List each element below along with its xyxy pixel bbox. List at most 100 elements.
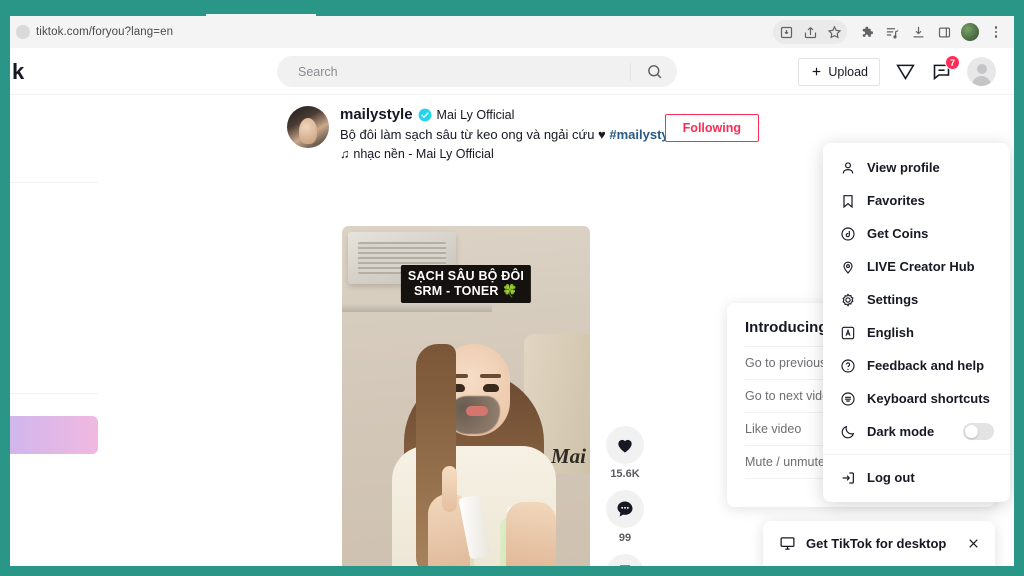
music-label: nhạc nền - Mai Ly Official bbox=[353, 147, 493, 161]
live-pin-icon bbox=[839, 258, 856, 275]
like-action[interactable]: 15.6K bbox=[606, 426, 644, 480]
menu-item-dark-mode[interactable]: Dark mode bbox=[823, 415, 1010, 448]
search-bar[interactable] bbox=[277, 56, 677, 87]
upload-label: Upload bbox=[828, 65, 868, 79]
sidebar-account-2[interactable]: halinhbi Linh Bi bbox=[10, 337, 106, 381]
post-username[interactable]: mailystyle bbox=[340, 106, 413, 123]
menu-item-label: Log out bbox=[867, 470, 994, 485]
dark-mode-toggle[interactable] bbox=[963, 423, 994, 440]
omnibox-actions-pill bbox=[773, 20, 847, 44]
profile-avatar[interactable] bbox=[967, 57, 996, 86]
tiktok-page: g New ts use le cial bbox=[10, 48, 1014, 566]
browser-menu-kebab-icon[interactable] bbox=[984, 20, 1008, 44]
left-sidebar: g New ts use le cial bbox=[10, 95, 106, 566]
shortcut-label: Like video bbox=[745, 422, 801, 436]
following-button[interactable]: Following bbox=[665, 114, 759, 142]
moon-icon bbox=[839, 423, 856, 440]
site-info-icon[interactable] bbox=[16, 25, 30, 39]
extensions-icon[interactable] bbox=[854, 20, 878, 44]
sidebar-account-0[interactable]: le cial bbox=[10, 249, 106, 293]
post-caption: Bộ đôi làm sạch sâu từ keo ong và ngải c… bbox=[340, 126, 680, 144]
message-badge: 7 bbox=[945, 55, 960, 70]
bookmark-action[interactable]: 219 bbox=[606, 554, 644, 566]
video-subject bbox=[390, 336, 558, 566]
language-icon bbox=[839, 324, 856, 341]
sidebar-item-new[interactable]: New bbox=[10, 141, 106, 170]
tiktok-header: k Upload 7 bbox=[10, 48, 1014, 95]
sidebar-divider-2 bbox=[10, 393, 98, 394]
get-tiktok-cards: Get TikTok for desktop Get TikTok App bbox=[763, 521, 995, 566]
video-feed: mailystyle Mai Ly Official Bộ đôi làm sạ… bbox=[287, 106, 687, 566]
close-icon[interactable] bbox=[964, 535, 982, 553]
menu-item-label: LIVE Creator Hub bbox=[867, 259, 994, 274]
bookmark-star-icon[interactable] bbox=[822, 20, 846, 44]
downloads-icon[interactable] bbox=[906, 20, 930, 44]
sidebar-item-following[interactable]: g bbox=[10, 107, 106, 141]
menu-item-feedback-and-help[interactable]: Feedback and help bbox=[823, 349, 1010, 382]
reading-list-icon[interactable] bbox=[880, 20, 904, 44]
sidebar-item-browse[interactable]: use bbox=[10, 215, 106, 249]
menu-item-label: Feedback and help bbox=[867, 358, 994, 373]
install-icon[interactable] bbox=[774, 20, 798, 44]
like-count: 15.6K bbox=[610, 468, 639, 480]
gear-icon bbox=[839, 291, 856, 308]
inbox-icon[interactable]: 7 bbox=[931, 61, 952, 82]
menu-item-language[interactable]: English bbox=[823, 316, 1010, 349]
video-pipe bbox=[342, 304, 492, 312]
video-caption-overlay: SẠCH SÂU BỘ ĐÔI SRM - TONER 🍀 bbox=[401, 265, 531, 303]
person-icon bbox=[839, 159, 856, 176]
caption-text: Bộ đôi làm sạch sâu từ keo ong và ngải c… bbox=[340, 127, 609, 142]
teal-frame: tiktok.com/foryou?lang=en bbox=[0, 0, 1024, 576]
menu-item-view-profile[interactable]: View profile bbox=[823, 151, 1010, 184]
comment-action[interactable]: 99 bbox=[606, 490, 644, 544]
bookmark-icon bbox=[839, 192, 856, 209]
menu-item-label: Favorites bbox=[867, 193, 994, 208]
tiktok-logo[interactable]: k bbox=[12, 59, 23, 85]
post-author-avatar[interactable] bbox=[287, 106, 329, 148]
comment-icon bbox=[606, 490, 644, 528]
menu-item-favorites[interactable]: Favorites bbox=[823, 184, 1010, 217]
effects-button[interactable]: e effects bbox=[10, 416, 98, 454]
shortcut-label: Go to previous bbox=[745, 356, 826, 370]
logout-icon bbox=[839, 469, 856, 486]
menu-item-label: View profile bbox=[867, 160, 994, 175]
get-desktop-label: Get TikTok for desktop bbox=[806, 536, 946, 551]
menu-item-label: English bbox=[867, 325, 994, 340]
menu-item-log-out[interactable]: Log out bbox=[823, 461, 1010, 494]
share-icon[interactable] bbox=[798, 20, 822, 44]
browser-window: tiktok.com/foryou?lang=en bbox=[10, 14, 1014, 566]
address-bar[interactable]: tiktok.com/foryou?lang=en bbox=[14, 19, 773, 45]
heart-icon bbox=[606, 426, 644, 464]
search-input[interactable] bbox=[277, 56, 630, 87]
search-icon bbox=[646, 63, 663, 80]
sidebar-divider bbox=[10, 182, 98, 183]
video-player[interactable]: Mai bbox=[342, 226, 590, 566]
search-button[interactable] bbox=[631, 56, 677, 87]
overlay-line-1: SẠCH SÂU BỘ ĐÔI bbox=[408, 269, 524, 284]
menu-item-live-creator-hub[interactable]: LIVE Creator Hub bbox=[823, 250, 1010, 283]
url-text: tiktok.com/foryou?lang=en bbox=[36, 26, 173, 38]
profile-dropdown-menu: View profile Favorites Get Coins LIVE Cr… bbox=[823, 143, 1010, 502]
upload-button[interactable]: Upload bbox=[798, 58, 880, 86]
menu-item-get-coins[interactable]: Get Coins bbox=[823, 217, 1010, 250]
video-row: Mai bbox=[342, 226, 644, 566]
menu-item-keyboard-shortcuts[interactable]: Keyboard shortcuts bbox=[823, 382, 1010, 415]
menu-item-settings[interactable]: Settings bbox=[823, 283, 1010, 316]
post-music[interactable]: ♫ nhạc nền - Mai Ly Official bbox=[340, 147, 680, 161]
bookmark-icon bbox=[606, 554, 644, 566]
comment-count: 99 bbox=[619, 532, 631, 544]
sidebar-account-1[interactable]: scueql2 ue QL2 bbox=[10, 293, 106, 337]
desktop-icon bbox=[779, 535, 796, 552]
send-message-icon[interactable] bbox=[895, 61, 916, 82]
chrome-profile-avatar[interactable] bbox=[961, 23, 979, 41]
get-tiktok-desktop-row[interactable]: Get TikTok for desktop bbox=[763, 521, 995, 566]
following-label: Following bbox=[683, 121, 741, 135]
post-header: mailystyle Mai Ly Official Bộ đôi làm sạ… bbox=[287, 106, 687, 161]
header-right-actions: Upload 7 bbox=[798, 48, 996, 95]
overlay-line-2: SRM - TONER 🍀 bbox=[408, 284, 524, 299]
menu-item-label: Keyboard shortcuts bbox=[867, 391, 994, 406]
side-panel-icon[interactable] bbox=[932, 20, 956, 44]
shortcut-label: Mute / unmute bbox=[745, 455, 825, 469]
post-nickname: Mai Ly Official bbox=[437, 108, 515, 122]
plus-icon bbox=[810, 65, 823, 78]
